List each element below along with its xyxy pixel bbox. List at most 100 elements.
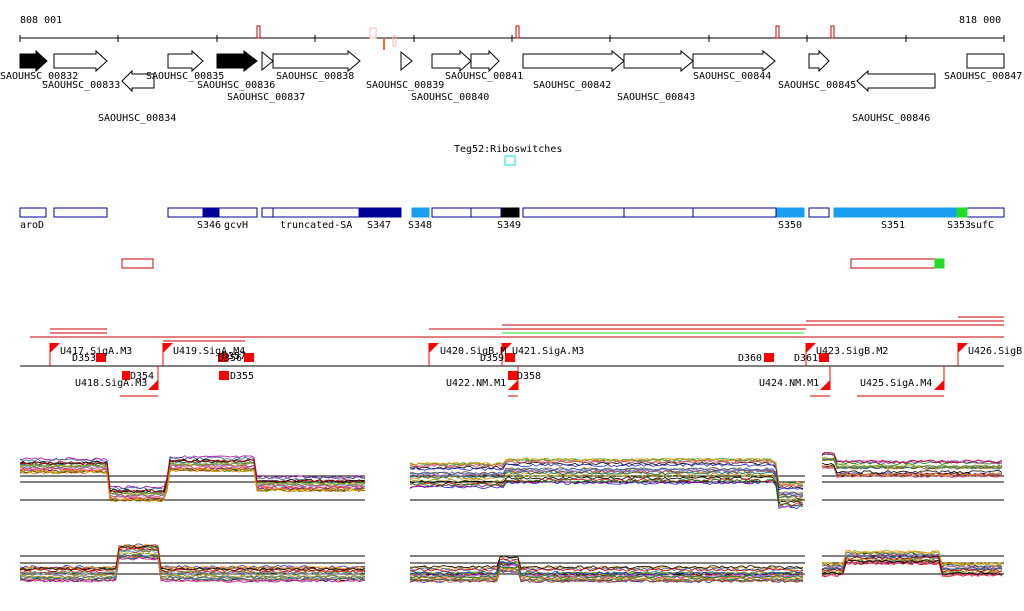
gene-arrow[interactable]: [470, 49, 500, 73]
expression-curve: [19, 544, 366, 571]
region-box[interactable]: [121, 258, 154, 269]
segment-label: gcvH: [224, 220, 248, 231]
promoter-track: U417.SigA.M3 U419.SigA.M4 U420.SigB.M U4…: [20, 316, 1024, 397]
promoter-flag[interactable]: [806, 343, 816, 353]
coordinate-ruler: 808 001 818 000: [19, 15, 1005, 50]
terminator-label: D355: [230, 371, 254, 382]
segment-box[interactable]: [218, 207, 258, 218]
promoter-flag[interactable]: [429, 343, 439, 353]
gene-label: SAOUHSC_00843: [617, 92, 695, 103]
terminator-box[interactable]: [764, 353, 774, 362]
segment-label: S346: [197, 220, 221, 231]
ruler-markers: [256, 25, 835, 47]
gene-arrow[interactable]: [400, 50, 413, 72]
gene-arrow[interactable]: [53, 49, 108, 73]
terminator-label: D358: [517, 371, 541, 382]
promoter-flag[interactable]: [50, 343, 60, 353]
segment-box[interactable]: [776, 207, 805, 218]
segment-box[interactable]: [522, 207, 625, 218]
segment-box[interactable]: [808, 207, 830, 218]
promoter-flag[interactable]: [820, 380, 830, 390]
promoter-label: U425.SigA.M4: [860, 378, 932, 389]
segment-box[interactable]: [358, 207, 402, 218]
segment-box[interactable]: [956, 207, 968, 218]
gene-label: SAOUHSC_00844: [693, 71, 771, 82]
gene-label: SAOUHSC_00836: [197, 80, 275, 91]
gene-arrow[interactable]: [522, 49, 625, 73]
terminator-label: D359: [480, 353, 504, 364]
segment-box[interactable]: [692, 207, 777, 218]
segment-box[interactable]: [411, 207, 430, 218]
segment-label: S348: [408, 220, 432, 231]
segment-label: S353: [947, 220, 971, 231]
gene-arrow[interactable]: [216, 49, 258, 73]
riboswitch-box[interactable]: [504, 155, 516, 166]
gene-arrow[interactable]: [272, 49, 361, 73]
gene-arrow[interactable]: [431, 49, 472, 73]
segment-box[interactable]: [167, 207, 204, 218]
promoter-flag[interactable]: [163, 343, 173, 353]
region-box[interactable]: [850, 258, 936, 269]
gene-arrow[interactable]: [19, 49, 48, 73]
gene-label: SAOUHSC_00841: [445, 71, 523, 82]
gene-label: SAOUHSC_00845: [778, 80, 856, 91]
promoter-label: U426.SigB.: [968, 346, 1024, 357]
region-track: [121, 258, 945, 269]
segment-label: S351: [881, 220, 905, 231]
segment-box[interactable]: [202, 207, 220, 218]
gene-arrow[interactable]: [808, 49, 830, 73]
segment-box[interactable]: [966, 207, 1005, 218]
segment-label: S347: [367, 220, 391, 231]
riboswitch-label: Teg52:Riboswitches: [454, 144, 562, 155]
segment-box[interactable]: [470, 207, 502, 218]
segment-box[interactable]: [261, 207, 274, 218]
gene-box[interactable]: [966, 53, 1005, 69]
terminator-box[interactable]: [219, 371, 229, 380]
gene-arrow[interactable]: [692, 49, 776, 73]
segment-label: truncated-SA: [280, 220, 352, 231]
promoter-flag[interactable]: [958, 343, 968, 353]
promoter-flag[interactable]: [934, 380, 944, 390]
terminator-label: D354: [130, 371, 154, 382]
expression-curve: [409, 481, 804, 509]
expression-curve: [19, 553, 366, 579]
terminator-label: D360: [738, 353, 762, 364]
segment-box[interactable]: [623, 207, 694, 218]
promoter-label: U423.SigB.M2: [816, 346, 888, 357]
segment-box[interactable]: [833, 207, 958, 218]
segment-box[interactable]: [53, 207, 108, 218]
promoter-label: U421.SigA.M3: [512, 346, 584, 357]
segment-label: S349: [497, 220, 521, 231]
riboswitch-track: Teg52:Riboswitches: [454, 144, 562, 166]
gene-label: SAOUHSC_00840: [411, 92, 489, 103]
segment-box[interactable]: [19, 207, 47, 218]
terminator-label: D353: [72, 353, 96, 364]
terminator-label: D357: [222, 351, 246, 362]
gene-label: SAOUHSC_00839: [366, 80, 444, 91]
expression-track-top: [19, 451, 1004, 509]
ruler-start-label: 808 001: [20, 15, 62, 26]
gene-label: SAOUHSC_00833: [42, 80, 120, 91]
segment-box[interactable]: [501, 207, 520, 218]
gene-arrow[interactable]: [856, 69, 936, 93]
gene-track: SAOUHSC_00832 SAOUHSC_00833 SAOUHSC_0083…: [0, 49, 1022, 124]
gene-arrow[interactable]: [623, 49, 694, 73]
ruler-end-label: 818 000: [959, 15, 1001, 26]
segment-box[interactable]: [431, 207, 472, 218]
promoter-label: U424.NM.M1: [759, 378, 819, 389]
gene-label: SAOUHSC_00846: [852, 113, 930, 124]
gene-arrow[interactable]: [261, 50, 274, 72]
region-box[interactable]: [934, 258, 945, 269]
gene-label: SAOUHSC_00847: [944, 71, 1022, 82]
segment-label: aroD: [20, 220, 44, 231]
segment-box[interactable]: [272, 207, 360, 218]
gene-label: SAOUHSC_00837: [227, 92, 305, 103]
segment-label: sufC: [970, 220, 994, 231]
expression-curve: [409, 557, 804, 572]
expression-track-bottom: [19, 543, 1004, 584]
segment-label: S350: [778, 220, 802, 231]
promoter-labels: U417.SigA.M3 U419.SigA.M4 U420.SigB.M U4…: [60, 346, 1024, 389]
promoter-label: U417.SigA.M3: [60, 346, 132, 357]
gene-arrow[interactable]: [167, 49, 204, 73]
gene-label: SAOUHSC_00838: [276, 71, 354, 82]
